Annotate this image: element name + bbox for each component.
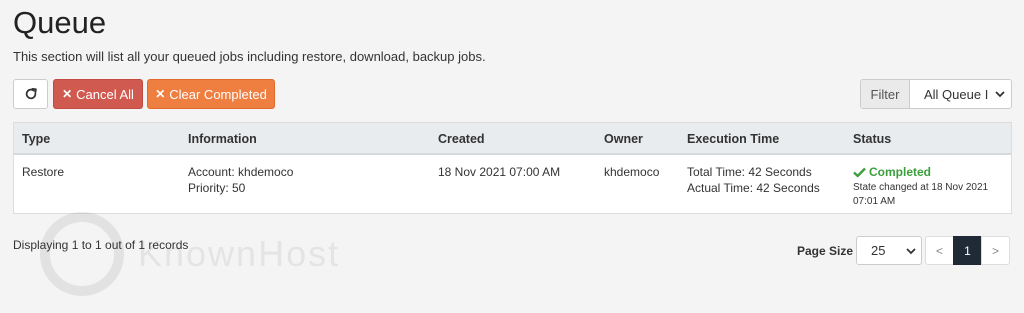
info-priority: Priority: 50	[188, 181, 246, 195]
cell-type: Restore	[22, 165, 65, 179]
cell-execution-time: Total Time: 42 Seconds Actual Time: 42 S…	[687, 164, 820, 196]
column-header-created[interactable]: Created	[438, 132, 485, 146]
table-row: Restore Account: khdemoco Priority: 50 1…	[14, 155, 1011, 213]
cell-created: 18 Nov 2021 07:00 AM	[438, 165, 561, 179]
column-header-type[interactable]: Type	[22, 132, 50, 146]
watermark-logo: KnownHost	[40, 212, 340, 296]
page-size-label: Page Size	[797, 244, 854, 258]
refresh-icon	[25, 88, 37, 100]
page-title: Queue	[13, 5, 107, 40]
cell-owner: khdemoco	[604, 165, 660, 179]
page-size-value: 25	[871, 243, 886, 258]
clear-completed-label: Clear Completed	[169, 86, 267, 102]
pagination-page-current[interactable]: 1	[953, 236, 982, 265]
status-note: State changed at 18 Nov 2021 07:01 AM	[853, 182, 989, 207]
filter-value: All Queue I	[924, 86, 989, 102]
pagination: < 1 >	[925, 236, 1010, 265]
filter-label: Filter	[861, 80, 910, 108]
info-account: Account: khdemoco	[188, 165, 294, 179]
close-icon: ✕	[155, 87, 166, 101]
column-header-status[interactable]: Status	[853, 132, 891, 146]
pagination-next[interactable]: >	[981, 236, 1010, 265]
cancel-all-label: Cancel All	[76, 86, 134, 102]
exec-actual: Actual Time: 42 Seconds	[687, 181, 820, 195]
chevron-down-icon	[906, 248, 916, 255]
table-header: Type Information Created Owner Execution…	[14, 123, 1011, 155]
pagination-prev[interactable]: <	[925, 236, 954, 265]
filter-select[interactable]: All Queue I	[910, 80, 1011, 108]
filter-group: Filter All Queue I	[860, 79, 1012, 109]
column-header-execution-time[interactable]: Execution Time	[687, 132, 779, 146]
page-description: This section will list all your queued j…	[13, 49, 486, 64]
records-summary: Displaying 1 to 1 out of 1 records	[13, 238, 189, 252]
clear-completed-button[interactable]: ✕ Clear Completed	[147, 79, 275, 109]
status-badge: Completed	[853, 164, 1003, 180]
refresh-button[interactable]	[13, 79, 48, 109]
chevron-down-icon	[995, 91, 1005, 98]
page-size-select[interactable]: 25	[856, 236, 922, 265]
status-label: Completed	[869, 165, 932, 179]
column-header-owner[interactable]: Owner	[604, 132, 643, 146]
watermark-circle-icon	[40, 212, 124, 296]
cell-status: Completed State changed at 18 Nov 2021 0…	[853, 164, 1003, 209]
exec-total: Total Time: 42 Seconds	[687, 165, 812, 179]
close-icon: ✕	[62, 87, 73, 101]
queue-table: Type Information Created Owner Execution…	[13, 122, 1012, 214]
column-header-information[interactable]: Information	[188, 132, 257, 146]
cancel-all-button[interactable]: ✕ Cancel All	[53, 79, 143, 109]
cell-information: Account: khdemoco Priority: 50	[188, 164, 293, 196]
check-icon	[853, 167, 866, 178]
